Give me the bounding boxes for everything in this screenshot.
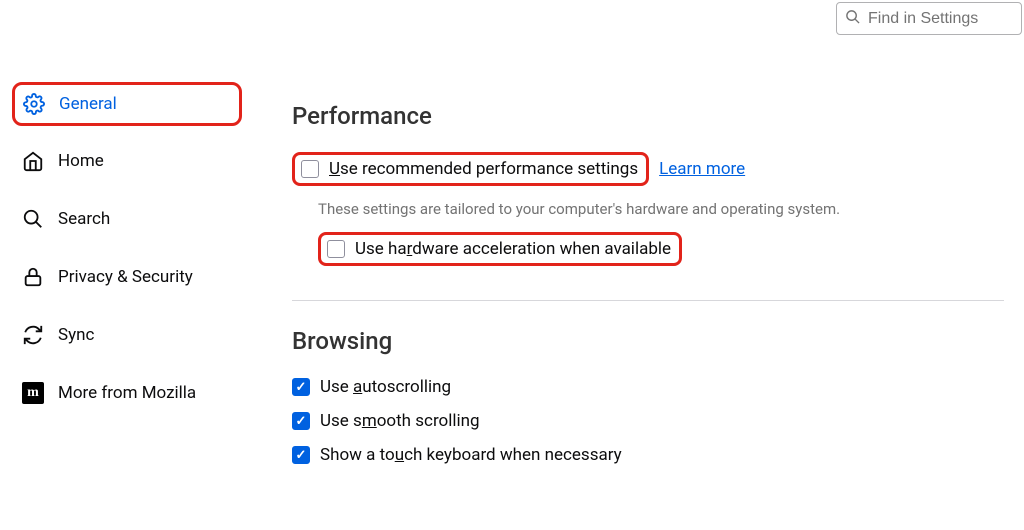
highlight-box: Use hardware acceleration when available xyxy=(318,232,682,266)
recommended-perf-checkbox[interactable] xyxy=(301,160,319,178)
section-divider xyxy=(292,300,1004,301)
touch-keyboard-row: Show a touch keyboard when necessary xyxy=(292,445,1004,465)
mozilla-icon: m xyxy=(22,382,44,404)
gear-icon xyxy=(23,93,45,115)
perf-description: These settings are tailored to your comp… xyxy=(318,200,1004,218)
touch-keyboard-checkbox[interactable] xyxy=(292,446,310,464)
browsing-heading: Browsing xyxy=(292,327,1004,355)
hw-accel-row: Use hardware acceleration when available xyxy=(318,232,1004,266)
learn-more-link[interactable]: Learn more xyxy=(659,159,745,179)
sidebar-item-sync[interactable]: Sync xyxy=(12,314,242,356)
sidebar-item-label: Home xyxy=(58,151,104,171)
smooth-scroll-label: Use smooth scrolling xyxy=(320,411,480,431)
hw-accel-checkbox[interactable] xyxy=(327,240,345,258)
lock-icon xyxy=(22,266,44,288)
sidebar-item-more-mozilla[interactable]: m More from Mozilla xyxy=(12,372,242,414)
sidebar: General Home Search Privacy & Security xyxy=(12,82,242,430)
sidebar-item-label: Privacy & Security xyxy=(58,267,193,287)
sidebar-item-label: Sync xyxy=(58,325,94,345)
sidebar-item-label: General xyxy=(59,94,117,114)
sidebar-item-home[interactable]: Home xyxy=(12,140,242,182)
sidebar-item-general[interactable]: General xyxy=(12,82,242,126)
recommended-perf-row: Use recommended performance settings Lea… xyxy=(292,152,1004,186)
search-input[interactable] xyxy=(868,10,1013,28)
sidebar-item-privacy[interactable]: Privacy & Security xyxy=(12,256,242,298)
content-area: Performance Use recommended performance … xyxy=(292,102,1004,479)
smooth-scroll-row: Use smooth scrolling xyxy=(292,411,1004,431)
highlight-box: Use recommended performance settings xyxy=(292,152,649,186)
sidebar-item-label: Search xyxy=(58,209,110,229)
touch-keyboard-label: Show a touch keyboard when necessary xyxy=(320,445,622,465)
recommended-perf-label: Use recommended performance settings xyxy=(329,159,638,179)
autoscroll-row: Use autoscrolling xyxy=(292,377,1004,397)
sidebar-item-search[interactable]: Search xyxy=(12,198,242,240)
smooth-scroll-checkbox[interactable] xyxy=(292,412,310,430)
sync-icon xyxy=(22,324,44,346)
home-icon xyxy=(22,150,44,172)
search-container xyxy=(836,2,1022,35)
hw-accel-label: Use hardware acceleration when available xyxy=(355,239,671,259)
search-icon xyxy=(22,208,44,230)
sidebar-item-label: More from Mozilla xyxy=(58,383,196,403)
autoscroll-checkbox[interactable] xyxy=(292,378,310,396)
performance-heading: Performance xyxy=(292,102,1004,130)
search-box[interactable] xyxy=(836,2,1022,35)
search-icon xyxy=(845,9,860,28)
autoscroll-label: Use autoscrolling xyxy=(320,377,451,397)
